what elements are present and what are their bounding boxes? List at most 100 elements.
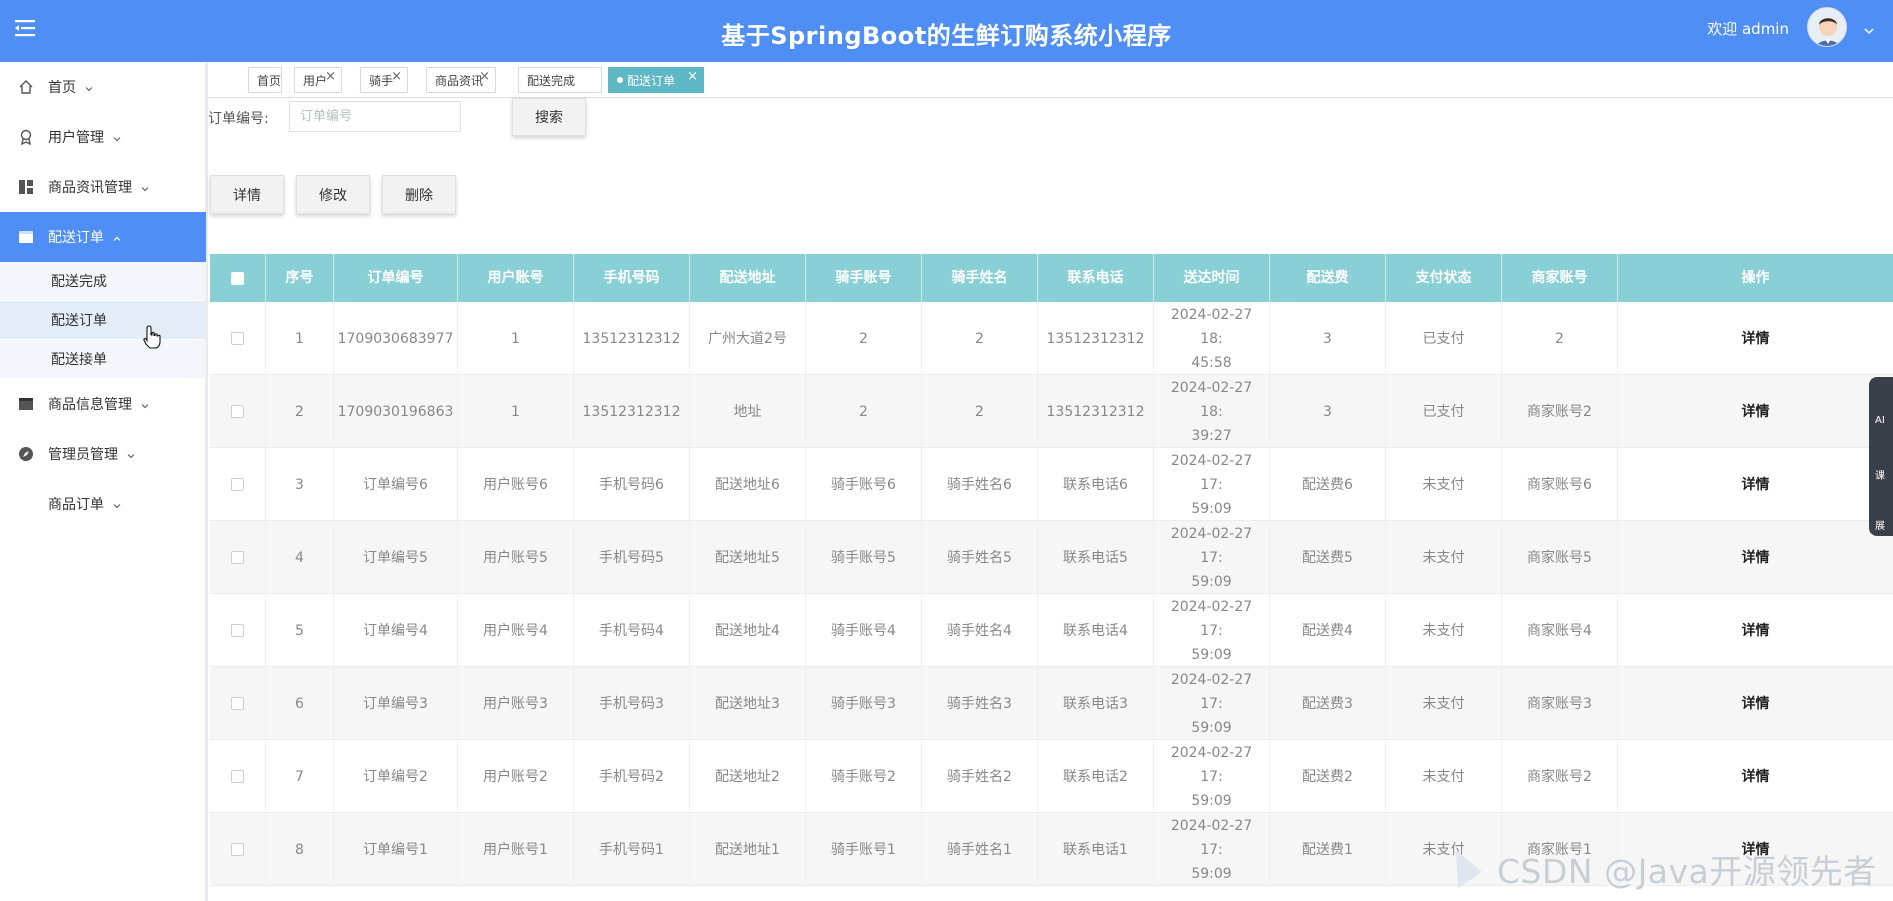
time-clock: 59:09	[1191, 646, 1232, 663]
column-header: 手机号码	[574, 254, 690, 302]
table-cell: 7	[266, 740, 334, 813]
close-icon[interactable]: ×	[391, 69, 402, 84]
table-row[interactable]: 7 订单编号2 用户账号2 手机号码2 配送地址2 骑手账号2 骑手姓名2 联系电话2 2024…	[210, 740, 1893, 813]
avatar[interactable]	[1807, 7, 1847, 47]
tab-delivery-orders[interactable]: 配送订单 ×	[608, 67, 704, 93]
row-select-cell	[210, 521, 266, 594]
float-label[interactable]: 展	[1875, 517, 1885, 532]
sidebar-item-product-info[interactable]: 商品信息管理	[0, 379, 206, 429]
tab-delivery-complete[interactable]: 配送完成	[518, 67, 602, 93]
table-cell: 配送费3	[1270, 667, 1386, 740]
table-row[interactable]: 1 1709030683977 1 13512312312 广州大道2号 2 2 135123…	[210, 302, 1893, 375]
table-cell: 未支付	[1386, 594, 1502, 667]
table-cell: 配送费2	[1270, 740, 1386, 813]
table-row[interactable]: 4 订单编号5 用户账号5 手机号码5 配送地址5 骑手账号5 骑手姓名5 联系电话5 2024…	[210, 521, 1893, 594]
close-icon[interactable]: ×	[687, 69, 698, 84]
detail-button[interactable]: 详情	[210, 175, 284, 214]
select-all-checkbox[interactable]	[231, 271, 244, 285]
tab-home[interactable]: 首页	[248, 67, 282, 93]
sidebar-item-product-orders[interactable]: 商品订单	[0, 479, 206, 529]
sidebar-subitem-delivery-accept[interactable]: 配送接单	[0, 340, 206, 378]
app-title: 基于SpringBoot的生鲜订购系统小程序	[721, 22, 1172, 50]
table-row[interactable]: 3 订单编号6 用户账号6 手机号码6 配送地址6 骑手账号6 骑手姓名6 联系电话6 2024…	[210, 448, 1893, 521]
sidebar-item-product-news[interactable]: 商品资讯管理	[0, 162, 206, 212]
table-cell: 2	[266, 375, 334, 448]
table-cell: 骑手姓名5	[922, 521, 1038, 594]
row-select-cell	[210, 667, 266, 740]
table-cell: 订单编号4	[334, 594, 458, 667]
table-cell: 订单编号3	[334, 667, 458, 740]
column-header: 订单编号	[334, 254, 458, 302]
row-detail-link[interactable]: 详情	[1618, 667, 1893, 740]
time-wrap: 2024-02-27 17: 59:09	[1158, 449, 1265, 521]
table-row[interactable]: 6 订单编号3 用户账号3 手机号码3 配送地址3 骑手账号3 骑手姓名3 联系电话3 2024…	[210, 667, 1893, 740]
sidebar-item-home[interactable]: 首页	[0, 62, 206, 112]
table-cell: 骑手姓名6	[922, 448, 1038, 521]
tab-rider[interactable]: 骑手 ×	[360, 67, 408, 93]
column-header: 配送费	[1270, 254, 1386, 302]
select-all-cell	[210, 254, 266, 302]
search-input[interactable]	[289, 101, 461, 132]
close-icon[interactable]: ×	[325, 69, 336, 84]
row-detail-link[interactable]: 详情	[1618, 594, 1893, 667]
table-cell: 用户账号6	[458, 448, 574, 521]
table-cell: 骑手姓名2	[922, 740, 1038, 813]
row-checkbox[interactable]	[231, 551, 244, 564]
row-checkbox[interactable]	[231, 843, 244, 856]
close-icon[interactable]: ×	[479, 69, 490, 84]
chevron-down-icon	[140, 399, 150, 409]
table-row[interactable]: 2 1709030196863 1 13512312312 地址 2 2 1351231231…	[210, 375, 1893, 448]
table-cell: 手机号码4	[574, 594, 690, 667]
float-label[interactable]: 课	[1875, 467, 1885, 482]
time-date: 2024-02-27 17:	[1170, 671, 1253, 712]
sidebar-subitem-delivery-orders[interactable]: 配送订单	[0, 301, 206, 339]
table-cell: 骑手账号2	[806, 740, 922, 813]
row-detail-link[interactable]: 详情	[1618, 375, 1893, 448]
column-header: 支付状态	[1386, 254, 1502, 302]
sidebar-subitem-delivery-complete[interactable]: 配送完成	[0, 262, 206, 300]
row-checkbox[interactable]	[231, 770, 244, 783]
time-date: 2024-02-27 17:	[1170, 598, 1253, 639]
row-select-cell	[210, 594, 266, 667]
row-checkbox[interactable]	[231, 405, 244, 418]
tab-product-news[interactable]: 商品资讯 ×	[426, 67, 496, 93]
sidebar-item-admin-management[interactable]: 管理员管理	[0, 429, 206, 479]
float-label[interactable]: AI	[1875, 415, 1885, 426]
blank-icon	[17, 495, 35, 513]
table-cell: 2	[922, 375, 1038, 448]
table-cell: 配送费5	[1270, 521, 1386, 594]
row-detail-link[interactable]: 详情	[1618, 302, 1893, 375]
time-date: 2024-02-27 17:	[1170, 817, 1253, 858]
chevron-down-icon	[126, 449, 136, 459]
row-checkbox[interactable]	[231, 697, 244, 710]
table-cell: 广州大道2号	[690, 302, 806, 375]
table-cell: 1709030196863	[334, 375, 458, 448]
table-cell: 未支付	[1386, 740, 1502, 813]
search-button[interactable]: 搜索	[512, 98, 586, 136]
sidebar-item-label: 商品资讯管理	[48, 180, 132, 196]
row-checkbox[interactable]	[231, 624, 244, 637]
sidebar-item-user-management[interactable]: 用户管理	[0, 112, 206, 162]
time-clock: 59:09	[1191, 500, 1232, 517]
delete-button[interactable]: 删除	[382, 175, 456, 214]
time-wrap: 2024-02-27 17: 59:09	[1158, 741, 1265, 813]
edit-button[interactable]: 修改	[296, 175, 370, 214]
column-header: 骑手姓名	[922, 254, 1038, 302]
table-cell: 订单编号5	[334, 521, 458, 594]
floating-toolbar[interactable]: AI 课 展	[1869, 377, 1893, 536]
table-cell: 联系电话2	[1038, 740, 1154, 813]
table-cell-time: 2024-02-27 17: 59:09	[1154, 448, 1270, 521]
window-icon	[17, 228, 35, 246]
row-checkbox[interactable]	[231, 478, 244, 491]
table-cell: 3	[266, 448, 334, 521]
row-detail-link[interactable]: 详情	[1618, 521, 1893, 594]
row-detail-link[interactable]: 详情	[1618, 740, 1893, 813]
table-row[interactable]: 5 订单编号4 用户账号4 手机号码4 配送地址4 骑手账号4 骑手姓名4 联系电话4 2024…	[210, 594, 1893, 667]
row-detail-link[interactable]: 详情	[1618, 448, 1893, 521]
time-clock: 59:09	[1191, 865, 1232, 882]
row-checkbox[interactable]	[231, 332, 244, 345]
sidebar-item-delivery-orders[interactable]: 配送订单	[0, 212, 206, 262]
chevron-down-icon[interactable]	[1863, 22, 1877, 36]
sidebar-item-label: 商品信息管理	[48, 397, 132, 413]
tab-user[interactable]: 用户 ×	[294, 67, 342, 93]
